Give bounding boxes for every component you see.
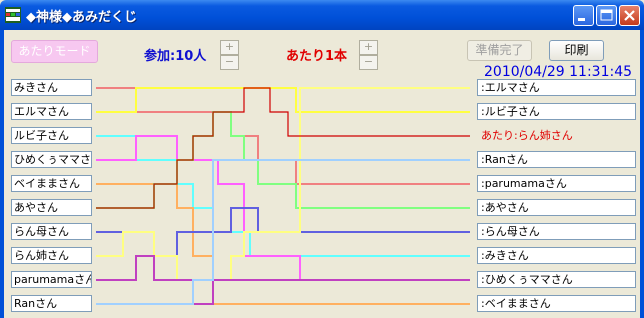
participant-name-input[interactable]: みきさん [11,79,92,96]
result-field: :ルビ子さん [477,103,636,120]
app-window: ◆神様◆あみだくじ あたりモード 参加:10人 + − あたり1本 + − 準備… [0,0,644,318]
atari-path-line [96,87,470,209]
participant-name-input[interactable]: ひめくぅママさん [11,151,92,168]
ladder-line [96,255,470,305]
participant-name-input[interactable]: らん姉さん [11,247,92,264]
ladder-line [96,135,470,257]
participant-name-input[interactable]: Ranさん [11,295,92,312]
result-field: :あやさん [477,199,636,216]
result-field: :ひめくぅママさん [477,271,636,288]
result-field: :エルマさん [477,79,636,96]
result-field: :みきさん [477,247,636,264]
participant-name-input[interactable]: ルビ子さん [11,127,92,144]
result-field: :らん母さん [477,223,636,240]
participant-name-input[interactable]: あやさん [11,199,92,216]
participant-name-input[interactable]: parumamaさん [11,271,92,288]
result-field-atari: あたり:らん姉さん [481,129,573,142]
participant-name-input[interactable]: エルマさん [11,103,92,120]
participant-name-input[interactable]: らん母さん [11,223,92,240]
ladder-line [96,183,470,305]
ladder-line [96,87,470,113]
result-field: :ベイままさん [477,295,636,312]
result-field: :Ranさん [477,151,636,168]
result-field: :parumamaさん [477,175,636,192]
participant-name-input[interactable]: ベイままさん [11,175,92,192]
